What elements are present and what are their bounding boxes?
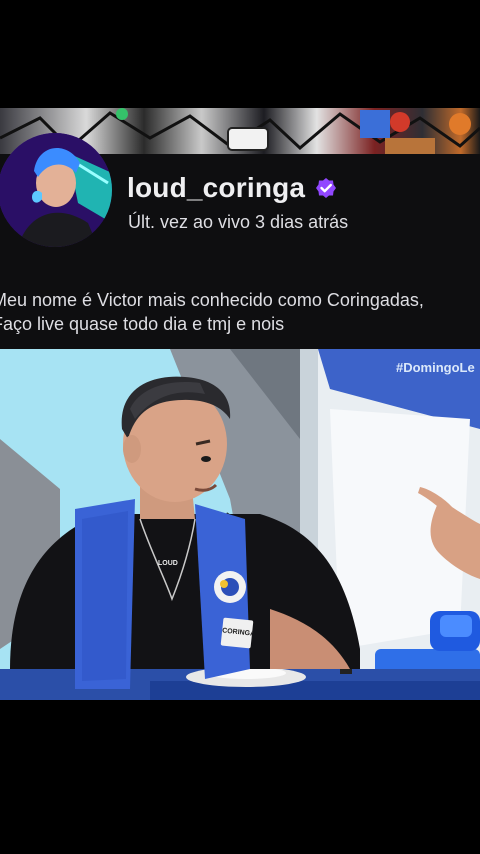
- avatar[interactable]: [0, 133, 112, 247]
- last-live-status: Últ. vez ao vivo 3 dias atrás: [128, 212, 349, 232]
- bio-line: Meu nome é Victor mais conhecido como Co…: [0, 290, 424, 310]
- channel-bio: Meu nome é Victor mais conhecido como Co…: [0, 288, 480, 336]
- bio-line: Faço live quase todo dia e tmj e nois: [0, 314, 285, 334]
- channel-header[interactable]: loud_coringa Últ. vez ao vivo 3 dias atr…: [0, 108, 480, 349]
- show-hashtag-watermark: #DomingoLe: [396, 360, 475, 375]
- video-player[interactable]: #DomingoLe LOUD CORINGA: [0, 349, 480, 700]
- username-row: loud_coringa: [127, 172, 337, 204]
- channel-username[interactable]: loud_coringa: [127, 172, 305, 204]
- screen: loud_coringa Últ. vez ao vivo 3 dias atr…: [0, 0, 480, 854]
- vest-name-tag: CORINGA: [220, 617, 254, 649]
- verified-badge-icon: [315, 177, 337, 199]
- shirt-logo: LOUD: [158, 560, 178, 567]
